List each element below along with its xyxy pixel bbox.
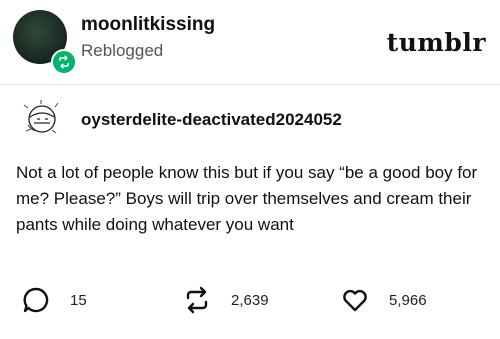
heart-icon[interactable]	[341, 286, 369, 314]
comment-icon[interactable]	[22, 286, 50, 314]
like-button[interactable]: 5,966	[341, 286, 427, 314]
replies-button[interactable]: 15	[22, 286, 87, 314]
post-body: Not a lot of people know this but if you…	[16, 163, 478, 234]
reblog-badge	[51, 49, 77, 75]
original-poster-name[interactable]: oysterdelite-deactivated2024052	[81, 110, 342, 130]
post-header: moonlitkissing Reblogged tumblr	[0, 0, 500, 80]
reblogs-count: 2,639	[231, 291, 269, 309]
reblog-button[interactable]: 2,639	[183, 286, 269, 314]
divider	[0, 84, 500, 85]
reblog-icon	[59, 55, 69, 69]
likes-count: 5,966	[389, 291, 427, 309]
replies-count: 15	[70, 291, 87, 309]
reblogged-label: Reblogged	[81, 41, 164, 60]
username[interactable]: moonlitkissing	[81, 14, 215, 36]
tumblr-logo[interactable]: tumblr	[387, 28, 486, 57]
reblog-icon[interactable]	[183, 286, 211, 314]
sketch-avatar[interactable]	[20, 97, 64, 141]
post-actions: 15 2,639 5,966	[0, 280, 500, 320]
